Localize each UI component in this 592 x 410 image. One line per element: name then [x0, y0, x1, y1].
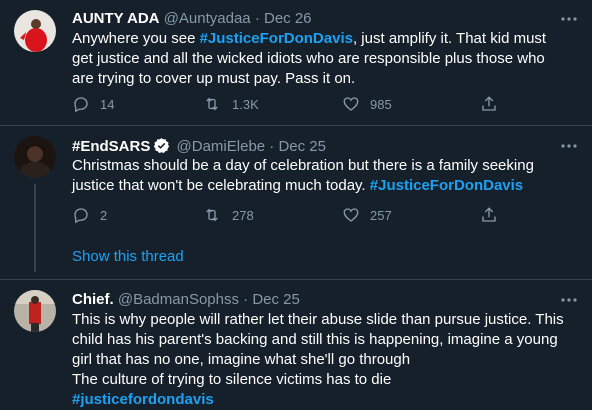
heart-icon: [343, 208, 359, 222]
tweet-3[interactable]: Chief. @BadmanSophss · Dec 25 This is wh…: [0, 280, 592, 408]
display-name[interactable]: Chief.: [72, 291, 114, 308]
handle[interactable]: @BadmanSophss: [118, 291, 239, 308]
tweet-actions: 14 1.3K 985: [72, 94, 502, 114]
display-name[interactable]: AUNTY ADA: [72, 10, 160, 27]
tweet-text-segment: child has his parent's backing and still…: [72, 331, 558, 348]
tweet-text-line: are trying to cover up must pay. Pass it…: [72, 69, 582, 89]
reply-button[interactable]: 14: [72, 94, 114, 114]
tweet-text-line: girl that has no one, imagine what she'l…: [72, 350, 582, 370]
hashtag-link[interactable]: #JusticeForDonDavis: [370, 177, 523, 194]
share-button[interactable]: [480, 205, 508, 225]
separator: ·: [269, 138, 275, 155]
tweet-text-line: get justice and all the wicked idiots wh…: [72, 49, 582, 69]
tweet-text-segment: Anywhere you see: [72, 30, 200, 47]
separator: ·: [254, 10, 260, 27]
display-name[interactable]: #EndSARS: [72, 138, 150, 155]
tweet-text-line: Christmas should be a day of celebration…: [72, 156, 582, 176]
tweet-actions: 2 278 257: [72, 205, 502, 225]
tweet-text-segment: The culture of trying to silence victims…: [72, 371, 392, 388]
like-count: 257: [370, 207, 392, 223]
tweet-header: AUNTY ADA @Auntyadaa · Dec 26: [72, 10, 312, 27]
tweet-text-line: Anywhere you see #JusticeForDonDavis, ju…: [72, 29, 582, 49]
retweet-count: 1.3K: [232, 96, 259, 112]
thread-line: [34, 184, 36, 272]
tweet-date[interactable]: Dec 25: [278, 138, 326, 155]
tweet-text-segment: Christmas should be a day of celebration…: [72, 157, 534, 174]
tweet-date[interactable]: Dec 25: [252, 291, 300, 308]
share-icon: [482, 96, 496, 111]
tweet-text-segment: justice that won't be celebrating much t…: [72, 177, 370, 194]
handle[interactable]: @DamiElebe: [177, 138, 266, 155]
tweet-header: #EndSARS @DamiElebe · Dec 25: [72, 137, 326, 158]
reply-icon: [74, 97, 88, 113]
retweet-count: 278: [232, 207, 254, 223]
like-button[interactable]: 257: [342, 205, 392, 225]
retweet-icon: [206, 208, 218, 222]
like-count: 985: [370, 96, 392, 112]
reply-count: 2: [100, 207, 108, 223]
retweet-button[interactable]: 1.3K: [202, 94, 259, 114]
avatar[interactable]: [14, 290, 56, 332]
hashtag-link[interactable]: #JusticeForDonDavis: [200, 30, 353, 47]
tweet-text-segment: get justice and all the wicked idiots wh…: [72, 50, 545, 67]
tweet-text-line: child has his parent's backing and still…: [72, 330, 582, 350]
share-icon: [482, 207, 496, 222]
avatar[interactable]: [14, 136, 56, 178]
show-thread-link[interactable]: Show this thread: [72, 248, 184, 265]
tweet-text-line: #justicefordondavis: [72, 390, 582, 410]
more-icon[interactable]: [560, 293, 578, 305]
avatar[interactable]: [14, 10, 56, 52]
more-icon[interactable]: [560, 12, 578, 24]
retweet-button[interactable]: 278: [202, 205, 254, 225]
verified-badge-icon: [153, 137, 170, 158]
like-button[interactable]: 985: [342, 94, 392, 114]
heart-icon: [343, 97, 359, 111]
retweet-icon: [206, 97, 218, 111]
tweet-text-segment: This is why people will rather let their…: [72, 311, 564, 328]
handle[interactable]: @Auntyadaa: [164, 10, 251, 27]
more-icon[interactable]: [560, 139, 578, 151]
tweet-text: This is why people will rather let their…: [72, 310, 582, 410]
tweet-text-line: justice that won't be celebrating much t…: [72, 176, 582, 196]
reply-count: 14: [100, 96, 115, 112]
tweet-text-segment: girl that has no one, imagine what she'l…: [72, 351, 411, 368]
tweet-text: Christmas should be a day of celebration…: [72, 156, 582, 196]
reply-icon: [74, 208, 88, 224]
tweet-text: Anywhere you see #JusticeForDonDavis, ju…: [72, 29, 582, 89]
tweet-text-line: This is why people will rather let their…: [72, 310, 582, 330]
share-button[interactable]: [480, 94, 508, 114]
tweet-text-segment: , just amplify it. That kid must: [352, 30, 547, 47]
separator: ·: [243, 291, 249, 308]
reply-button[interactable]: 2: [72, 205, 107, 225]
tweet-date[interactable]: Dec 26: [264, 10, 312, 27]
tweet-1[interactable]: AUNTY ADA @Auntyadaa · Dec 26 Anywhere y…: [0, 0, 592, 113]
tweet-header: Chief. @BadmanSophss · Dec 25: [72, 291, 300, 308]
tweet-text-segment: are trying to cover up must pay. Pass it…: [72, 70, 356, 87]
hashtag-link[interactable]: #justicefordondavis: [72, 391, 214, 408]
tweet-text-line: The culture of trying to silence victims…: [72, 370, 582, 390]
